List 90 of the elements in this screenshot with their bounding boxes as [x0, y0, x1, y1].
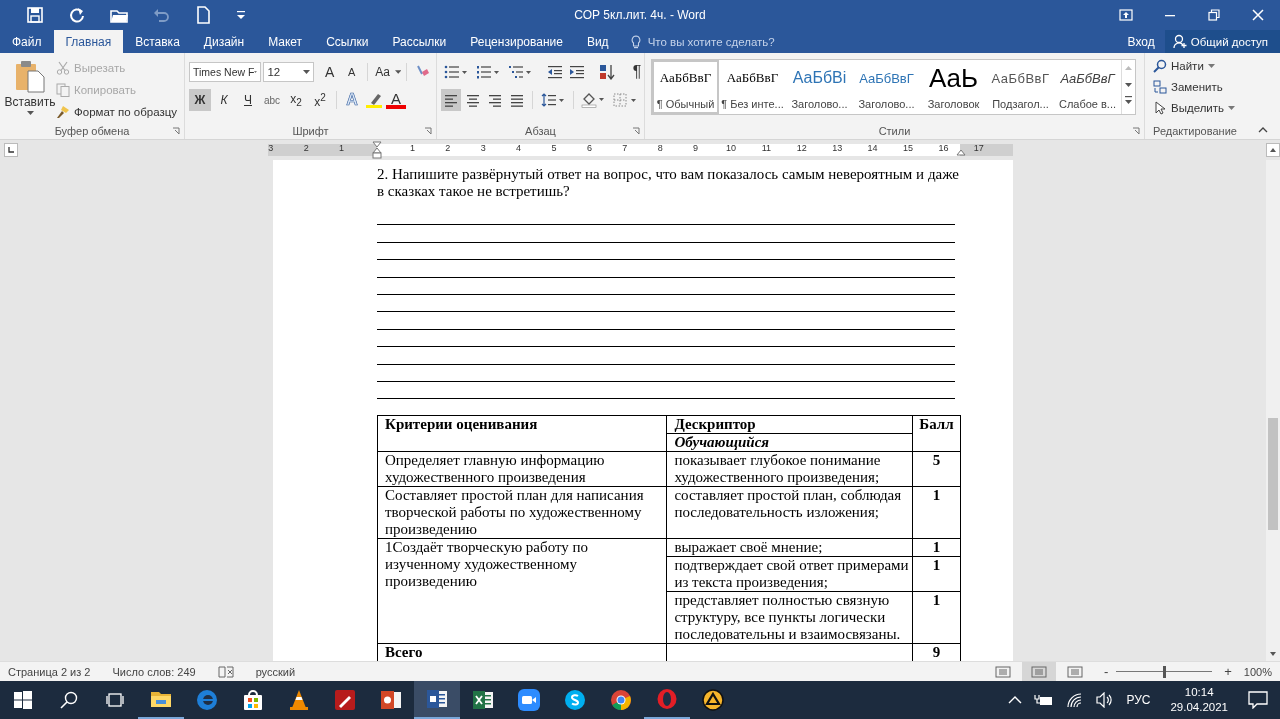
clock-time[interactable]: 10:14 — [1184, 685, 1214, 700]
table-cell: подтверждает свой ответ примерами из текста произведения; — [666, 556, 913, 592]
question-text: 2. Напишите развёрнутый ответ на вопрос, что вам показалось самым невероятным и даже в сказках такое не встретишь? — [377, 166, 960, 200]
table-cell: 1 — [912, 538, 961, 557]
grow-font-button[interactable]: A — [319, 61, 340, 83]
zoom-out-button[interactable]: - — [1103, 664, 1109, 679]
language-indicator[interactable]: русский — [255, 665, 296, 678]
font-name-field[interactable]: Times New F — [189, 62, 262, 82]
style-item[interactable]: АаБбВвГ Слабое в... — [1054, 60, 1121, 114]
group-title: Шрифт — [292, 125, 329, 137]
table-cell: Обучающийся — [666, 433, 913, 452]
style-item[interactable]: АаБбВвГ Подзагол... — [987, 60, 1054, 114]
ruler-number: 1 — [408, 143, 416, 153]
table-cell: представляет полностью связную структуру, все пункты логически последовательны и взаимосвязаны. — [666, 591, 913, 644]
ribbon-tab[interactable]: Рецензирование — [458, 30, 575, 53]
table-cell: 1Создаёт творческую работу по изученному художественному произведению — [377, 538, 667, 644]
ribbon-tab[interactable]: Дизайн — [191, 30, 257, 53]
ruler-number: 11 — [760, 143, 773, 153]
input-language[interactable]: РУС — [1126, 693, 1151, 707]
group-title: Буфер обмена — [54, 125, 130, 137]
ruler-number: 2 — [302, 143, 310, 153]
font-style-button[interactable]: abc — [261, 89, 283, 111]
tell-me-field[interactable]: Что вы хотите сделать? — [645, 34, 810, 49]
ribbon-tab[interactable]: Макет — [256, 30, 315, 53]
ruler-number: 2 — [444, 143, 452, 153]
page-count[interactable]: Страница 2 из 2 — [8, 665, 91, 678]
font-size-field[interactable]: 12 — [263, 62, 314, 82]
paste-button[interactable]: Вставить — [4, 57, 56, 123]
font-style-button[interactable]: Ч — [237, 89, 259, 111]
share-button[interactable]: Общий доступ — [1164, 30, 1280, 53]
table-cell: Дескриптор — [666, 415, 913, 434]
select-button[interactable]: Выделить — [1153, 99, 1241, 117]
shrink-font-button[interactable]: A — [341, 61, 362, 83]
word-count[interactable]: Число слов: 249 — [112, 665, 196, 678]
table-cell: показывает глубокое понимание художественного произведения; — [666, 451, 913, 487]
table-cell: выражает своё мнение; — [666, 538, 913, 557]
group-title: Редактирование — [1153, 125, 1237, 137]
style-item[interactable]: АаБбВвГ Заголово... — [853, 60, 920, 114]
ruler-number: 17 — [972, 143, 985, 153]
format-painter-button[interactable]: Формат по образцу — [56, 103, 178, 121]
zoom-in-button[interactable]: + — [1224, 664, 1232, 679]
ribbon-tab[interactable]: Вид — [574, 30, 621, 53]
font-style-button[interactable]: x$_{2}$ — [285, 89, 307, 111]
ruler-number: 3 — [267, 143, 275, 153]
font-style-button[interactable]: К — [213, 89, 235, 111]
ribbon-tab[interactable]: Ссылки — [314, 30, 381, 53]
style-item[interactable]: АаБбВвГ ¶ Обычный — [652, 60, 719, 114]
ribbon-tab[interactable]: Рассылки — [380, 30, 459, 53]
table-cell: 1 — [912, 556, 961, 592]
table-cell: 5 — [912, 451, 961, 487]
ruler-number: 4 — [515, 143, 523, 153]
style-item[interactable]: АаЬ Заголовок — [920, 60, 987, 114]
group-title: Абзац — [525, 125, 556, 137]
font-style-button[interactable]: Ж — [189, 89, 211, 111]
ribbon-tab[interactable]: Файл — [0, 30, 54, 53]
ruler-number: 7 — [621, 143, 629, 153]
window-title: СОР 5кл.лит. 4ч. - Word — [574, 8, 706, 22]
ruler-number: 8 — [656, 143, 664, 153]
ruler-number: 3 — [479, 143, 487, 153]
table-cell: 1 — [912, 486, 961, 539]
ruler-number: 9 — [692, 143, 700, 153]
group-title: Стили — [878, 125, 911, 137]
font-color-button[interactable]: A — [386, 91, 406, 109]
change-case-button[interactable]: Aa — [372, 61, 393, 83]
zoom-level[interactable]: 100% — [1243, 665, 1272, 678]
clock-date[interactable]: 29.04.2021 — [1170, 700, 1228, 715]
style-item[interactable]: АаБбВі Заголово... — [786, 60, 853, 114]
ruler-number: 6 — [585, 143, 593, 153]
replace-button[interactable]: Заменить — [1153, 78, 1241, 96]
font-style-button[interactable]: x$^{2}$ — [309, 89, 331, 111]
table-cell: составляет простой план, соблюдая последовательность изложения; — [666, 486, 913, 539]
table-cell: Определяет главную информацию художественного произведения — [377, 451, 667, 487]
ruler-number: 5 — [550, 143, 558, 153]
find-button[interactable]: Найти — [1153, 57, 1241, 75]
table-cell: Критерии оценивания — [377, 415, 667, 452]
ribbon-tab[interactable]: Главная — [53, 30, 124, 53]
ruler-number: 10 — [725, 143, 737, 153]
table-cell: 1 — [912, 591, 961, 644]
table-cell: Балл — [912, 415, 961, 452]
ruler-number: 12 — [795, 143, 808, 153]
ruler-number: 1 — [338, 143, 346, 153]
sign-in-link[interactable]: Вход — [1117, 30, 1165, 53]
table-cell: Составляет простой план для написания творческой работы по художественному произведению — [377, 486, 667, 539]
ruler-number: 16 — [937, 143, 950, 153]
show-formatting-button[interactable]: ¶ — [627, 61, 647, 83]
ruler-number: 13 — [831, 143, 844, 153]
style-item[interactable]: АаБбВвГ ¶ Без инте... — [719, 60, 786, 114]
ribbon-tab[interactable]: Вставка — [123, 30, 192, 53]
ruler-number: 15 — [902, 143, 914, 153]
ruler-number: 14 — [866, 143, 879, 153]
